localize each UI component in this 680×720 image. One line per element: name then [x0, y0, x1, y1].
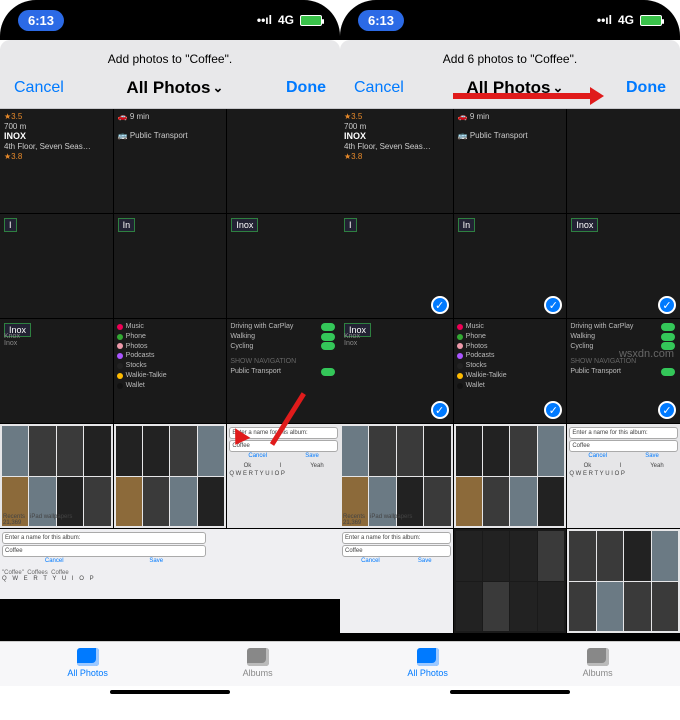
- thumb[interactable]: 🚗 9 min🚌 Public Transport: [454, 109, 567, 213]
- check-icon: ✓: [658, 401, 676, 419]
- thumb[interactable]: Recents iPad wallpapers21,369: [0, 424, 113, 528]
- cancel-button[interactable]: Cancel: [14, 79, 64, 97]
- status-time: 6:13: [18, 10, 64, 31]
- screen-left: 6:13 ••ıl 4G Add photos to "Coffee". Can…: [0, 0, 340, 700]
- home-indicator: [110, 690, 230, 694]
- thumb[interactable]: Driving with CarPlay Walking Cycling SHO…: [227, 319, 340, 423]
- photo-grid[interactable]: ★3.5700 mINOX4th Floor, Seven Seas…★3.8 …: [0, 109, 340, 641]
- thumb[interactable]: Inox✓: [567, 214, 680, 318]
- check-icon: ✓: [544, 296, 562, 314]
- thumb[interactable]: 🚗 9 min🚌 Public Transport: [114, 109, 227, 213]
- battery-icon: [300, 15, 322, 26]
- status-time: 6:13: [358, 10, 404, 31]
- thumb[interactable]: I✓: [340, 214, 453, 318]
- tab-albums[interactable]: Albums: [243, 648, 273, 678]
- thumb[interactable]: In✓: [454, 214, 567, 318]
- thumb[interactable]: [454, 529, 567, 633]
- check-icon: ✓: [658, 296, 676, 314]
- battery-icon: [640, 15, 662, 26]
- tab-all-photos[interactable]: All Photos: [67, 648, 108, 678]
- photos-icon: [77, 648, 99, 666]
- thumb[interactable]: [567, 109, 680, 213]
- tab-bar: All Photos Albums: [0, 641, 340, 686]
- photos-icon: [417, 648, 439, 666]
- thumb[interactable]: [114, 424, 227, 528]
- tab-albums[interactable]: Albums: [583, 648, 613, 678]
- photo-grid[interactable]: ★3.5700 mINOX4th Floor, Seven Seas…★3.8 …: [340, 109, 680, 641]
- thumb[interactable]: [227, 109, 340, 213]
- check-icon: ✓: [431, 296, 449, 314]
- thumb[interactable]: I: [0, 214, 113, 318]
- tab-all-photos[interactable]: All Photos: [407, 648, 448, 678]
- watermark: wsxdn.com: [619, 348, 674, 360]
- status-bar: 6:13 ••ıl 4G: [0, 0, 340, 40]
- thumb[interactable]: [454, 424, 567, 528]
- albums-icon: [247, 648, 269, 666]
- thumb[interactable]: In: [114, 214, 227, 318]
- thumb[interactable]: Music Phone Photos Podcasts Stocks Walki…: [114, 319, 227, 423]
- sheet-title: Add 6 photos to "Coffee".: [340, 48, 680, 72]
- thumb[interactable]: Inox KnoxInox ✓: [340, 319, 453, 423]
- albums-icon: [587, 648, 609, 666]
- done-button[interactable]: Done: [286, 79, 326, 97]
- sheet-title: Add photos to "Coffee".: [0, 48, 340, 72]
- thumb[interactable]: ★3.5700 mINOX4th Floor, Seven Seas…★3.8: [340, 109, 453, 213]
- status-bar: 6:13 ••ıl 4G: [340, 0, 680, 40]
- thumb[interactable]: [567, 529, 680, 633]
- thumb[interactable]: Enter a name for this album: Coffee Canc…: [567, 424, 680, 528]
- thumb[interactable]: ★3.5700 mINOX4th Floor, Seven Seas…★3.8: [0, 109, 113, 213]
- cancel-button[interactable]: Cancel: [354, 79, 404, 97]
- tab-bar: All Photos Albums: [340, 641, 680, 686]
- thumb[interactable]: Enter a name for this album: Coffee Canc…: [340, 529, 453, 633]
- chevron-down-icon: ⌄: [552, 80, 563, 96]
- thumb[interactable]: Driving with CarPlay Walking Cycling SHO…: [567, 319, 680, 423]
- thumb[interactable]: Recents iPad wallpapers21,369: [340, 424, 453, 528]
- thumb[interactable]: Music Phone Photos Podcasts Stocks Walki…: [454, 319, 567, 423]
- sheet-header: Add 6 photos to "Coffee". Cancel All Pho…: [340, 40, 680, 109]
- thumb[interactable]: Enter a name for this album: Coffee Canc…: [227, 424, 340, 528]
- album-picker[interactable]: All Photos ⌄: [466, 78, 563, 98]
- thumb[interactable]: Inox KnoxInox: [0, 319, 113, 423]
- thumb[interactable]: Enter a name for this album: Coffee Canc…: [0, 529, 340, 599]
- done-button[interactable]: Done: [626, 79, 666, 97]
- check-icon: ✓: [431, 401, 449, 419]
- home-indicator: [450, 690, 570, 694]
- thumb[interactable]: Inox: [227, 214, 340, 318]
- chevron-down-icon: ⌄: [212, 80, 223, 96]
- sheet-header: Add photos to "Coffee". Cancel All Photo…: [0, 40, 340, 109]
- album-picker[interactable]: All Photos ⌄: [126, 78, 223, 98]
- status-right: ••ıl 4G: [257, 13, 322, 27]
